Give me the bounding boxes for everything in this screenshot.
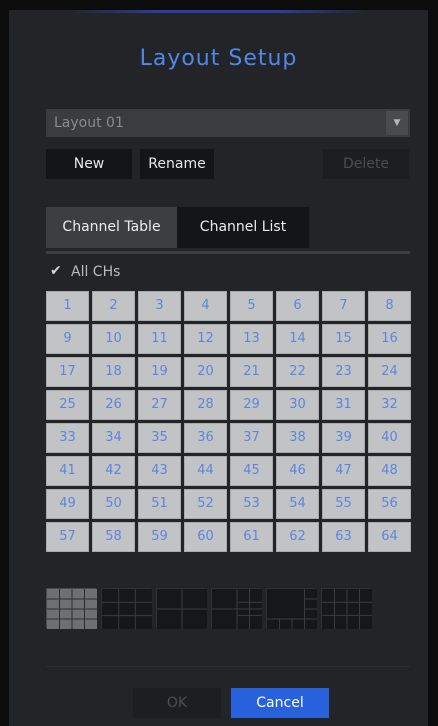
channel-cell[interactable]: 61 xyxy=(230,522,273,552)
channel-cell[interactable]: 49 xyxy=(46,489,89,519)
channel-cell[interactable]: 4 xyxy=(184,291,227,321)
channel-cell[interactable]: 20 xyxy=(184,357,227,387)
tab-channel-table[interactable]: Channel Table xyxy=(46,207,177,248)
all-chs-label: All CHs xyxy=(71,264,121,280)
channel-cell[interactable]: 63 xyxy=(322,522,365,552)
layout-12-split-icon[interactable] xyxy=(321,588,372,629)
channel-cell[interactable]: 64 xyxy=(368,522,411,552)
channel-grid: 1 2 3 4 5 6 7 8 9 10 11 12 13 14 15 16 17 18 19 20 21 22 23 24 2… xyxy=(46,291,411,552)
channel-cell[interactable]: 31 xyxy=(322,390,365,420)
channel-cell[interactable]: 46 xyxy=(276,456,319,486)
channel-cell[interactable]: 12 xyxy=(184,324,227,354)
channel-cell[interactable]: 42 xyxy=(92,456,135,486)
channel-cell[interactable]: 44 xyxy=(184,456,227,486)
channel-cell[interactable]: 34 xyxy=(92,423,135,453)
channel-cell[interactable]: 28 xyxy=(184,390,227,420)
channel-cell[interactable]: 40 xyxy=(368,423,411,453)
channel-cell[interactable]: 45 xyxy=(230,456,273,486)
layout-9-split-icon[interactable] xyxy=(101,588,152,629)
channel-cell[interactable]: 10 xyxy=(92,324,135,354)
channel-cell[interactable]: 19 xyxy=(138,357,181,387)
channel-cell[interactable]: 14 xyxy=(276,324,319,354)
footer-divider xyxy=(46,666,410,667)
layout-16-split-icon[interactable] xyxy=(46,588,97,629)
layout-4-split-icon[interactable] xyxy=(156,588,207,629)
channel-cell[interactable]: 27 xyxy=(138,390,181,420)
channel-cell[interactable]: 3 xyxy=(138,291,181,321)
channel-cell[interactable]: 38 xyxy=(276,423,319,453)
channel-cell[interactable]: 24 xyxy=(368,357,411,387)
layout-1-plus-7-icon[interactable] xyxy=(266,588,317,629)
channel-cell[interactable]: 33 xyxy=(46,423,89,453)
channel-cell[interactable]: 2 xyxy=(92,291,135,321)
channel-cell[interactable]: 30 xyxy=(276,390,319,420)
channel-cell[interactable]: 17 xyxy=(46,357,89,387)
channel-cell[interactable]: 53 xyxy=(230,489,273,519)
channel-cell[interactable]: 43 xyxy=(138,456,181,486)
channel-cell[interactable]: 29 xyxy=(230,390,273,420)
rename-button[interactable]: Rename xyxy=(140,149,214,179)
triangle-down-icon[interactable]: ▼ xyxy=(386,111,408,135)
top-accent-line xyxy=(69,10,369,13)
channel-cell[interactable]: 51 xyxy=(138,489,181,519)
channel-cell[interactable]: 18 xyxy=(92,357,135,387)
layout-1-plus-5-icon[interactable] xyxy=(211,588,262,629)
channel-tabs: Channel Table Channel List xyxy=(46,207,410,253)
dialog-title: Layout Setup xyxy=(139,46,298,71)
channel-cell[interactable]: 9 xyxy=(46,324,89,354)
channel-cell[interactable]: 1 xyxy=(46,291,89,321)
layout-select-value: Layout 01 xyxy=(54,115,124,131)
channel-cell[interactable]: 50 xyxy=(92,489,135,519)
channel-cell[interactable]: 26 xyxy=(92,390,135,420)
tab-channel-list[interactable]: Channel List xyxy=(177,207,309,248)
channel-cell[interactable]: 5 xyxy=(230,291,273,321)
channel-cell[interactable]: 35 xyxy=(138,423,181,453)
new-button[interactable]: New xyxy=(46,149,132,179)
ok-button[interactable]: OK xyxy=(133,688,221,718)
layout-setup-dialog: Layout Setup Layout 01 ▼ New Rename Dele… xyxy=(9,10,428,726)
channel-cell[interactable]: 8 xyxy=(368,291,411,321)
channel-cell[interactable]: 54 xyxy=(276,489,319,519)
checkmark-icon: ✔ xyxy=(50,263,62,279)
channel-cell[interactable]: 15 xyxy=(322,324,365,354)
channel-cell[interactable]: 37 xyxy=(230,423,273,453)
channel-cell[interactable]: 36 xyxy=(184,423,227,453)
delete-button[interactable]: Delete xyxy=(323,149,409,179)
channel-cell[interactable]: 56 xyxy=(368,489,411,519)
channel-cell[interactable]: 7 xyxy=(322,291,365,321)
channel-cell[interactable]: 52 xyxy=(184,489,227,519)
channel-cell[interactable]: 55 xyxy=(322,489,365,519)
channel-cell[interactable]: 23 xyxy=(322,357,365,387)
channel-cell[interactable]: 21 xyxy=(230,357,273,387)
channel-cell[interactable]: 32 xyxy=(368,390,411,420)
cancel-button[interactable]: Cancel xyxy=(231,688,329,718)
layout-mode-bar xyxy=(46,588,410,629)
channel-cell[interactable]: 48 xyxy=(368,456,411,486)
channel-cell[interactable]: 41 xyxy=(46,456,89,486)
channel-cell[interactable]: 39 xyxy=(322,423,365,453)
channel-cell[interactable]: 59 xyxy=(138,522,181,552)
channel-cell[interactable]: 47 xyxy=(322,456,365,486)
channel-cell[interactable]: 57 xyxy=(46,522,89,552)
channel-cell[interactable]: 58 xyxy=(92,522,135,552)
channel-cell[interactable]: 11 xyxy=(138,324,181,354)
tab-underline xyxy=(46,251,410,254)
channel-cell[interactable]: 13 xyxy=(230,324,273,354)
channel-cell[interactable]: 22 xyxy=(276,357,319,387)
channel-cell[interactable]: 16 xyxy=(368,324,411,354)
channel-cell[interactable]: 60 xyxy=(184,522,227,552)
layout-select[interactable]: Layout 01 ▼ xyxy=(46,109,410,137)
channel-cell[interactable]: 62 xyxy=(276,522,319,552)
channel-cell[interactable]: 6 xyxy=(276,291,319,321)
channel-cell[interactable]: 25 xyxy=(46,390,89,420)
